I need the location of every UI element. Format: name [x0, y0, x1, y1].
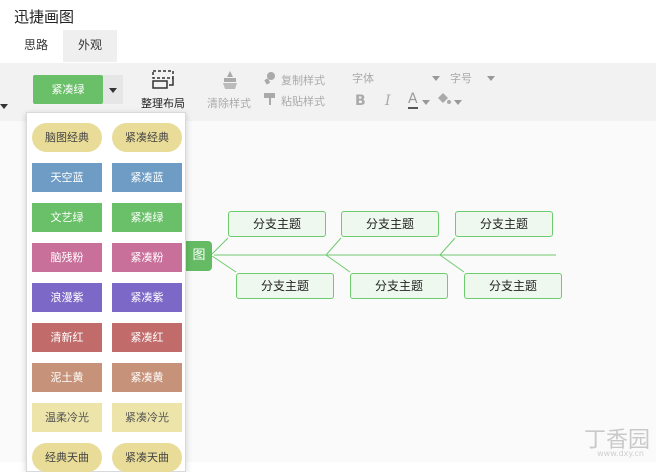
theme-option[interactable]: 清新红	[32, 323, 102, 352]
theme-option[interactable]: 紧凑绿	[112, 203, 182, 232]
theme-option[interactable]: 紧凑经典	[112, 123, 182, 152]
theme-option[interactable]: 天空蓝	[32, 163, 102, 192]
theme-option[interactable]: 紧凑红	[112, 323, 182, 352]
theme-option[interactable]: 脑图经典	[32, 123, 102, 152]
theme-option[interactable]: 文艺绿	[32, 203, 102, 232]
branch-node[interactable]: 分支主题	[455, 211, 553, 237]
theme-option[interactable]: 紧凑冷光	[112, 403, 182, 432]
theme-option[interactable]: 紧凑蓝	[112, 163, 182, 192]
branch-node[interactable]: 分支主题	[464, 273, 562, 299]
watermark-url: www.dxy.cn	[597, 449, 644, 458]
branch-node[interactable]: 分支主题	[350, 273, 448, 299]
theme-dropdown-panel: 脑图经典 紧凑经典 天空蓝 紧凑蓝 文艺绿 紧凑绿 脑残粉 紧凑粉 浪漫紫 紧凑紫 清新红 紧凑红 泥土…	[26, 112, 186, 472]
theme-option[interactable]: 脑残粉	[32, 243, 102, 272]
theme-option[interactable]: 浪漫紫	[32, 283, 102, 312]
theme-option[interactable]: 经典天曲	[32, 443, 102, 472]
theme-option[interactable]: 紧凑黄	[112, 363, 182, 392]
theme-option[interactable]: 紧凑天曲	[112, 443, 182, 472]
theme-option[interactable]: 温柔冷光	[32, 403, 102, 432]
theme-option[interactable]: 紧凑粉	[112, 243, 182, 272]
root-node[interactable]: 图	[186, 241, 212, 271]
branch-node[interactable]: 分支主题	[236, 273, 334, 299]
theme-option[interactable]: 紧凑紫	[112, 283, 182, 312]
branch-node[interactable]: 分支主题	[228, 211, 326, 237]
branch-node[interactable]: 分支主题	[341, 211, 439, 237]
theme-option[interactable]: 泥土黄	[32, 363, 102, 392]
